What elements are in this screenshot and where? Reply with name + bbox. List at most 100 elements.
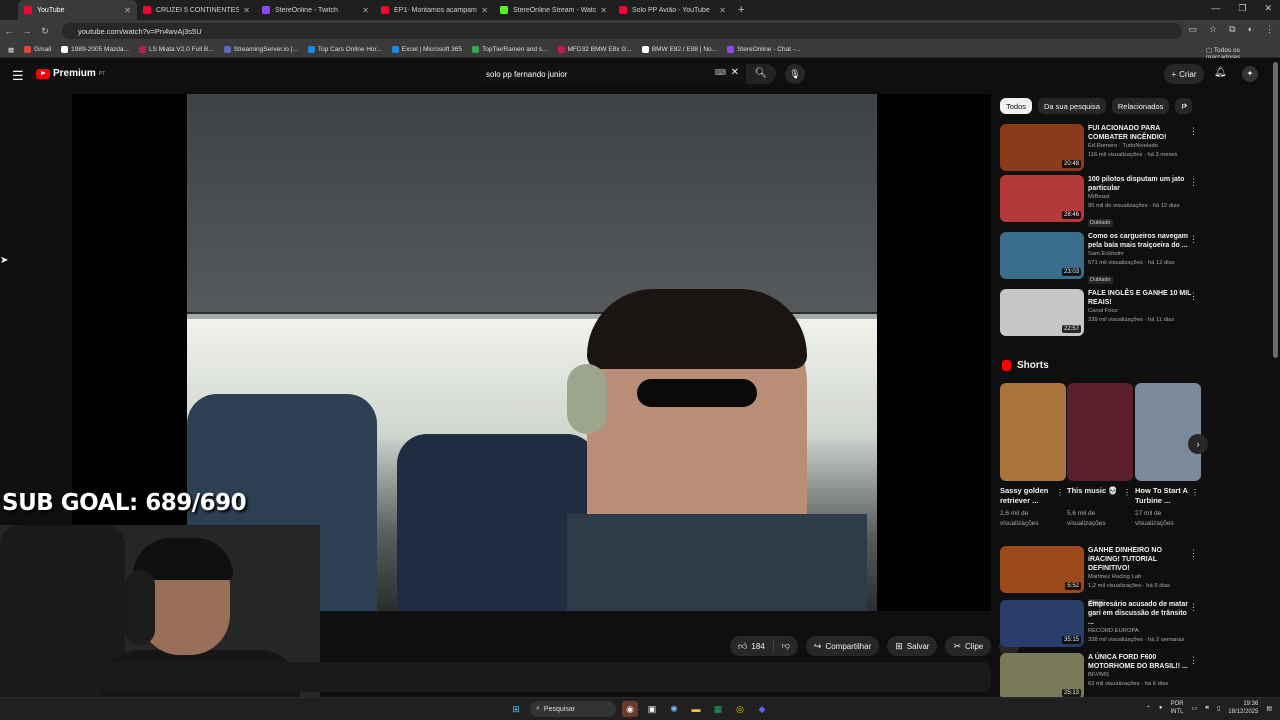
short-thumbnail[interactable] <box>1135 383 1201 481</box>
more-options-icon[interactable]: ⋮ <box>1189 291 1198 302</box>
new-tab-button[interactable]: + <box>738 4 744 16</box>
url-field[interactable]: youtube.com/watch?v=Pn4wvAj3s5U <box>62 23 1182 39</box>
video-thumbnail[interactable]: 5:52 <box>1000 546 1084 593</box>
browser-tab[interactable]: StereOnline - Twitch ✕ <box>256 0 375 20</box>
reload-icon[interactable]: ↻ <box>36 26 54 37</box>
browser-tab[interactable]: EP1- Montamos acampamento ✕ <box>375 0 494 20</box>
channel-name[interactable]: RECORD EUROPA <box>1088 627 1192 636</box>
windows-start-icon[interactable]: ⊞ <box>508 701 524 717</box>
description-box[interactable] <box>72 662 991 692</box>
share-button[interactable]: ↪ Compartilhar <box>805 636 880 656</box>
avatar[interactable]: ✦ <box>1242 66 1258 82</box>
short-title[interactable]: How To Start A Turbine ... <box>1135 486 1191 506</box>
cast-icon[interactable]: ▭ <box>1189 24 1198 35</box>
filter-chip[interactable]: Relacionados <box>1111 98 1170 114</box>
video-thumbnail[interactable]: 25:13 <box>1000 653 1084 700</box>
close-tab-icon[interactable]: ✕ <box>719 6 726 15</box>
channel-name[interactable]: Ed.Romero - TudoNivelado <box>1088 142 1192 151</box>
video-title[interactable]: Como os cargueiros navegam pela baía mai… <box>1088 232 1192 250</box>
bookmark-item[interactable]: MFD32 BMW E8x G... <box>557 46 632 53</box>
bookmark-star-icon[interactable]: ☆ <box>1209 24 1217 35</box>
video-title[interactable]: A ÚNICA FORD F600 MOTORHOME DO BRASIL!! … <box>1088 653 1192 671</box>
dislike-button[interactable]: 👎︎ <box>774 641 798 651</box>
voice-search-button[interactable]: 🎙︎ <box>785 64 805 84</box>
video-title[interactable]: GANHE DINHEIRO NO iRACING! TUTORIAL DEFI… <box>1088 546 1192 573</box>
recommended-video[interactable]: 28:46 100 pilotos disputam um jato partic… <box>1000 175 1200 227</box>
bookmark-item[interactable]: BMW E82 / E88 | No... <box>641 46 717 53</box>
channel-name[interactable]: Sam Eckholm <box>1088 250 1192 259</box>
excel-icon[interactable]: ▦ <box>710 701 726 717</box>
bookmark-item[interactable]: LS Miata V2.0 Full B... <box>138 46 214 53</box>
recommended-video[interactable]: 23:03 Como os cargueiros navegam pela baí… <box>1000 232 1200 284</box>
youtube-logo[interactable]: Premium PT <box>36 68 105 79</box>
filter-chip[interactable]: Todos <box>1000 98 1033 114</box>
video-thumbnail[interactable]: 23:03 <box>1000 232 1084 279</box>
tray-app-icon[interactable]: ● <box>1159 705 1163 711</box>
bookmark-item[interactable]: StereOnline - Chat -... <box>727 46 800 53</box>
channel-name[interactable]: Canal Foco <box>1088 307 1192 316</box>
bookmark-item[interactable]: 1989-2005 Mazda... <box>61 46 129 53</box>
more-options-icon[interactable]: ⋮ <box>1123 488 1131 497</box>
short-thumbnail[interactable] <box>1067 383 1133 481</box>
more-options-icon[interactable]: ⋮ <box>1189 655 1198 666</box>
minimize-icon[interactable]: — <box>1211 3 1220 14</box>
close-tab-icon[interactable]: ✕ <box>481 6 488 15</box>
close-tab-icon[interactable]: ✕ <box>124 6 131 15</box>
video-title[interactable]: Empresário acusado de matar gari em disc… <box>1088 600 1192 627</box>
profile-icon[interactable]: ◐ <box>1248 24 1253 35</box>
recommended-video[interactable]: 25:13 A ÚNICA FORD F600 MOTORHOME DO BRAS… <box>1000 653 1200 701</box>
browser-tab[interactable]: Solo PP Avião - YouTube ✕ <box>613 0 732 20</box>
bookmark-item[interactable]: StreamingServer.io |... <box>223 46 298 53</box>
back-icon[interactable]: ← <box>0 26 18 36</box>
menu-icon[interactable]: ⋮ <box>1265 24 1274 35</box>
filter-chip[interactable]: Da sua pesquisa <box>1038 98 1106 114</box>
more-options-icon[interactable]: ⋮ <box>1189 548 1198 559</box>
tray-overflow-icon[interactable]: ⌃ <box>1146 705 1151 712</box>
language-indicator[interactable]: POR INTL <box>1171 700 1184 716</box>
bookmark-item[interactable]: Gmail <box>24 46 51 53</box>
recommended-video[interactable]: 20:48 FUI ACIONADO PARA COMBATER INCÊNDIO… <box>1000 124 1200 172</box>
recommended-video[interactable]: 22:57 FALE INGLÊS E GANHE 10 MIL REAIS! Ca… <box>1000 289 1200 337</box>
taskbar-search[interactable]: ⌕ Pesquisar <box>530 701 616 717</box>
apps-icon[interactable]: ▦ <box>8 46 14 54</box>
recommended-video[interactable]: 5:52 GANHE DINHEIRO NO iRACING! TUTORIAL … <box>1000 546 1200 607</box>
chrome-icon[interactable]: ◎ <box>732 701 748 717</box>
close-tab-icon[interactable]: ✕ <box>362 6 369 15</box>
bookmark-item[interactable]: Top Cars Online Hor... <box>307 46 382 53</box>
file-explorer-icon[interactable]: ▬ <box>688 701 704 717</box>
recommended-video[interactable]: 35:15 Empresário acusado de matar gari em… <box>1000 600 1200 648</box>
shorts-next-button[interactable]: › <box>1188 434 1208 454</box>
chips-next-icon[interactable]: › <box>1184 100 1187 111</box>
more-options-icon[interactable]: ⋮ <box>1189 126 1198 137</box>
browser-tab[interactable]: StereOnline Stream - Watch Live✕ <box>494 0 613 20</box>
short-title[interactable]: This music 💀 <box>1067 486 1123 496</box>
bookmark-item[interactable]: TopTierRamen and s... <box>472 46 548 53</box>
short-thumbnail[interactable] <box>1000 383 1066 481</box>
bookmark-item[interactable]: Excel | Microsoft 365 <box>391 46 462 53</box>
notifications-bell-icon[interactable]: 🔔︎ <box>1214 67 1227 78</box>
video-thumbnail[interactable]: 20:48 <box>1000 124 1084 171</box>
extensions-icon[interactable]: ⧉ <box>1229 24 1235 35</box>
close-tab-icon[interactable]: ✕ <box>600 6 607 15</box>
more-options-icon[interactable]: ⋮ <box>1191 488 1199 497</box>
create-button[interactable]: + Criar <box>1164 64 1204 84</box>
video-title[interactable]: FALE INGLÊS E GANHE 10 MIL REAIS! <box>1088 289 1192 307</box>
close-window-icon[interactable]: ✕ <box>1264 3 1272 14</box>
maximize-icon[interactable]: ❐ <box>1238 3 1246 14</box>
video-title[interactable]: 100 pilotos disputam um jato particular <box>1088 175 1192 193</box>
browser-tab[interactable]: CRUZEI 5 CONTINENTES DE MO✕ <box>137 0 256 20</box>
more-options-icon[interactable]: ⋮ <box>1189 234 1198 245</box>
channel-name[interactable]: MrBeast <box>1088 193 1192 202</box>
channel-name[interactable]: BF///MS <box>1088 671 1192 680</box>
search-button[interactable]: 🔍︎ <box>746 64 776 84</box>
clip-button[interactable]: ✂ Clipe <box>945 636 992 656</box>
search-input[interactable]: solo pp fernando junior ⌨ ✕ <box>478 64 744 84</box>
like-button[interactable]: 👍︎ 184 <box>730 640 774 652</box>
more-options-icon[interactable]: ⋮ <box>1189 177 1198 188</box>
clear-search-icon[interactable]: ✕ <box>731 67 739 78</box>
network-icon[interactable]: ▭ <box>1192 705 1198 712</box>
forward-icon[interactable]: → <box>18 26 36 36</box>
copilot-icon[interactable]: ✺ <box>666 701 682 717</box>
close-tab-icon[interactable]: ✕ <box>243 6 250 15</box>
page-scrollbar[interactable] <box>1273 62 1278 358</box>
